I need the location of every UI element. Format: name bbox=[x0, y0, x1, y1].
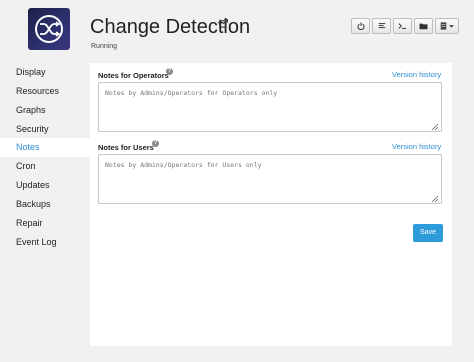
folder-button[interactable] bbox=[414, 18, 433, 34]
operators-notes-label: Notes for Operators bbox=[98, 71, 169, 80]
operators-notes-textarea[interactable] bbox=[98, 82, 442, 132]
folder-icon bbox=[419, 23, 428, 30]
status-text: Running bbox=[91, 43, 118, 50]
terminal-icon bbox=[398, 23, 407, 29]
external-link-icon[interactable] bbox=[219, 19, 228, 28]
app-logo-icon bbox=[28, 8, 70, 50]
users-notes-label: Notes for Users bbox=[98, 143, 154, 152]
save-button[interactable]: Save bbox=[413, 224, 443, 242]
notes-panel: Notes for Operators ? Version history No… bbox=[90, 63, 452, 346]
sidebar-item-security[interactable]: Security bbox=[0, 120, 90, 139]
sidebar-item-notes[interactable]: Notes bbox=[0, 138, 90, 157]
operators-help-icon[interactable]: ? bbox=[166, 68, 173, 75]
sidebar-item-display[interactable]: Display bbox=[0, 63, 90, 82]
toolbar bbox=[351, 18, 461, 34]
operators-resize-handle-icon[interactable] bbox=[432, 124, 438, 130]
storage-menu-button[interactable] bbox=[435, 18, 459, 34]
sidebar-item-resources[interactable]: Resources bbox=[0, 82, 90, 101]
sidebar-item-graphs[interactable]: Graphs bbox=[0, 101, 90, 120]
operators-version-history-link[interactable]: Version history bbox=[392, 70, 441, 79]
sidebar-item-repair[interactable]: Repair bbox=[0, 214, 90, 233]
users-notes-textarea[interactable] bbox=[98, 154, 442, 204]
sidebar-item-event-log[interactable]: Event Log bbox=[0, 233, 90, 252]
power-icon bbox=[356, 22, 365, 30]
sidebar-item-updates[interactable]: Updates bbox=[0, 176, 90, 195]
users-help-icon[interactable]: ? bbox=[152, 140, 159, 147]
storage-menu-icon bbox=[440, 22, 454, 30]
log-button[interactable] bbox=[372, 18, 391, 34]
power-button[interactable] bbox=[351, 18, 370, 34]
sidebar-item-cron[interactable]: Cron bbox=[0, 157, 90, 176]
users-version-history-link[interactable]: Version history bbox=[392, 142, 441, 151]
terminal-button[interactable] bbox=[393, 18, 412, 34]
sidebar-item-backups[interactable]: Backups bbox=[0, 195, 90, 214]
users-resize-handle-icon[interactable] bbox=[432, 196, 438, 202]
log-icon bbox=[378, 23, 385, 29]
